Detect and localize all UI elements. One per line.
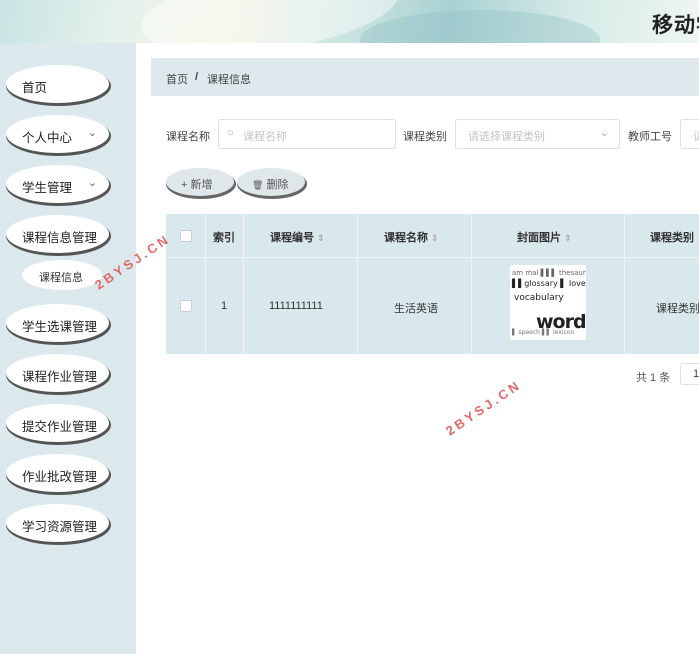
add-button-label: + 新增 [181, 179, 213, 191]
header-decoration [360, 10, 600, 43]
sidebar-item-label: 学习资源管理 [22, 520, 98, 534]
teacher-id-input[interactable]: 请 [680, 119, 699, 149]
sidebar-item-label: 首页 [22, 81, 48, 95]
sidebar-item-home[interactable]: 首页 [6, 65, 109, 103]
column-header-course-code[interactable]: 课程编号 ⇕ [270, 229, 325, 245]
course-table: 索引 课程编号 ⇕ 课程名称 ⇕ 封面图片 ⇕ 课程类别 1 1111111111 生… [166, 214, 699, 354]
table-header: 索引 课程编号 ⇕ 课程名称 ⇕ 封面图片 ⇕ 课程类别 [166, 214, 699, 258]
course-cover-image: am mal ▌▌▌ thesaurus ▌▌glossary ▌ love v… [510, 265, 586, 340]
plus-icon: + [181, 179, 188, 191]
teacher-id-placeholder: 请 [693, 131, 699, 143]
pagination-total: 共 1 条 [636, 372, 671, 384]
column-header-course-category: 课程类别 [650, 232, 694, 244]
row-checkbox[interactable] [180, 300, 192, 312]
sidebar-item-student-course-selection[interactable]: 学生选课管理 [6, 304, 109, 342]
row-course-name: 生活英语 [394, 303, 438, 315]
sidebar-subitem-course-info[interactable]: 课程信息 [22, 260, 102, 290]
pagination-page-button[interactable]: 1 [680, 363, 699, 385]
sidebar-item-submit-homework[interactable]: 提交作业管理 [6, 404, 109, 442]
breadcrumb-current: 课程信息 [207, 74, 251, 86]
teacher-id-label: 教师工号 [628, 131, 672, 143]
chevron-down-icon: ⌄ [87, 127, 97, 139]
delete-button-label: 🗑 删除 [252, 179, 289, 191]
app-title: 移动学 [652, 14, 699, 37]
sidebar-item-learning-resources[interactable]: 学习资源管理 [6, 504, 109, 542]
column-header-index: 索引 [213, 232, 235, 244]
search-icon: ○ [227, 127, 234, 139]
add-button[interactable]: + 新增 [166, 168, 234, 196]
course-name-placeholder: 课程名称 [243, 131, 287, 143]
sidebar-item-label: 提交作业管理 [22, 420, 98, 434]
sidebar-item-personal-center[interactable]: 个人中心 ⌄ [6, 115, 109, 153]
sidebar-item-label: 学生管理 [22, 181, 73, 195]
course-name-label: 课程名称 [166, 131, 210, 143]
column-header-course-name[interactable]: 课程名称 ⇕ [384, 229, 439, 245]
sort-icon: ⇕ [317, 233, 325, 243]
course-type-select[interactable]: 请选择课程类别 ⌄ [455, 119, 620, 149]
select-all-checkbox[interactable] [180, 230, 192, 242]
row-course-code: 1111111111 [269, 300, 323, 312]
sidebar-item-course-info-management[interactable]: 课程信息管理 [6, 215, 109, 253]
breadcrumb-home[interactable]: 首页 [166, 71, 188, 87]
course-name-input[interactable]: ○ 课程名称 [218, 119, 396, 149]
watermark: 2BYSJ.CN [443, 377, 524, 439]
column-header-cover-image[interactable]: 封面图片 ⇕ [517, 229, 572, 245]
breadcrumb: 首页 / 课程信息 [151, 58, 699, 96]
sidebar-item-label: 学生选课管理 [22, 320, 98, 334]
chevron-down-icon: ⌄ [599, 127, 609, 139]
sort-icon: ⇕ [564, 233, 572, 243]
sidebar-item-label: 作业批改管理 [22, 470, 98, 484]
sort-icon: ⇕ [431, 233, 439, 243]
sidebar-item-label: 课程作业管理 [22, 370, 98, 384]
top-header-bar: 移动学 [0, 0, 699, 43]
row-index: 1 [221, 300, 228, 312]
delete-button[interactable]: 🗑 删除 [237, 168, 305, 196]
sidebar-item-label: 课程信息管理 [22, 231, 98, 245]
sidebar-item-course-homework[interactable]: 课程作业管理 [6, 354, 109, 392]
breadcrumb-separator: / [195, 71, 199, 83]
row-course-category: 课程类别 [656, 303, 699, 315]
sidebar-subitem-label: 课程信息 [39, 272, 83, 284]
sidebar: 首页 个人中心 ⌄ 学生管理 ⌄ 课程信息管理 课程信息 学生选课管理 课程作业… [0, 43, 136, 654]
sidebar-item-homework-grading[interactable]: 作业批改管理 [6, 454, 109, 492]
course-type-label: 课程类别 [403, 131, 447, 143]
sidebar-item-student-management[interactable]: 学生管理 ⌄ [6, 165, 109, 203]
chevron-down-icon: ⌄ [87, 177, 97, 189]
sidebar-item-label: 个人中心 [22, 131, 73, 145]
trash-icon: 🗑 [252, 180, 264, 190]
course-type-placeholder: 请选择课程类别 [468, 131, 545, 143]
